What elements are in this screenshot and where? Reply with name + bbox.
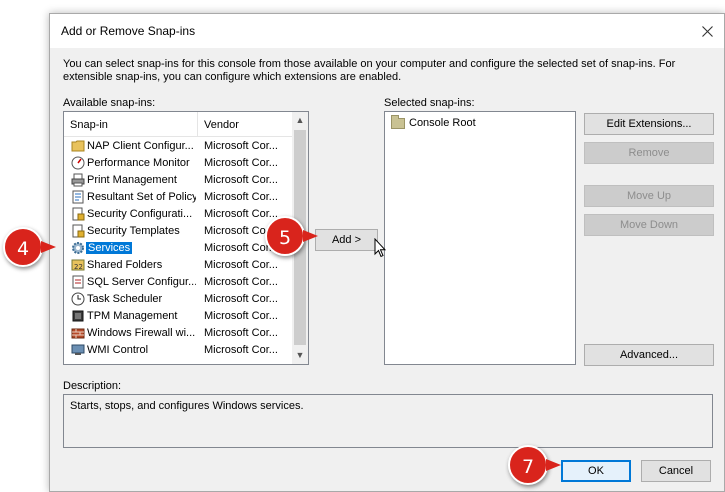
step-badge-4: 4 bbox=[3, 227, 56, 267]
list-item[interactable]: Windows Firewall wi... Microsoft Cor... bbox=[64, 325, 294, 342]
add-button[interactable]: Add > bbox=[315, 229, 378, 251]
gear-icon bbox=[70, 241, 85, 256]
performance-icon bbox=[70, 156, 85, 171]
selected-snapins-list[interactable]: Console Root bbox=[384, 111, 576, 365]
list-item[interactable]: TPM Management Microsoft Cor... bbox=[64, 308, 294, 325]
folder-icon bbox=[391, 115, 405, 129]
firewall-icon bbox=[70, 326, 85, 341]
svg-text:22: 22 bbox=[74, 263, 83, 271]
policy-icon bbox=[70, 190, 85, 205]
list-item[interactable]: Security Templates Microsoft Co bbox=[64, 223, 294, 240]
advanced-button[interactable]: Advanced... bbox=[584, 344, 714, 366]
list-item[interactable]: Print Management Microsoft Cor... bbox=[64, 172, 294, 189]
list-item[interactable]: Services Microsoft Cor... bbox=[64, 240, 294, 257]
list-item[interactable]: Security Configurati... Microsoft Cor... bbox=[64, 206, 294, 223]
security-template-icon bbox=[70, 224, 85, 239]
list-header: Snap-in Vendor bbox=[64, 112, 294, 137]
security-config-icon bbox=[70, 207, 85, 222]
column-header-vendor[interactable]: Vendor bbox=[204, 119, 239, 131]
shared-folder-icon: 22 bbox=[70, 258, 85, 273]
list-item[interactable]: Task Scheduler Microsoft Cor... bbox=[64, 291, 294, 308]
title-bar: Add or Remove Snap-ins bbox=[50, 14, 724, 48]
cancel-button[interactable]: Cancel bbox=[641, 460, 711, 482]
remove-button[interactable]: Remove bbox=[584, 142, 714, 164]
column-header-snapin[interactable]: Snap-in bbox=[70, 119, 195, 136]
sql-icon bbox=[70, 275, 85, 290]
printer-icon bbox=[70, 173, 85, 188]
column-separator[interactable] bbox=[197, 112, 198, 137]
description-text: Starts, stops, and configures Windows se… bbox=[70, 400, 304, 412]
list-item[interactable]: WMI Control Microsoft Cor... bbox=[64, 342, 294, 359]
mouse-cursor-icon bbox=[374, 238, 386, 258]
close-icon bbox=[701, 25, 713, 37]
edit-extensions-button[interactable]: Edit Extensions... bbox=[584, 113, 714, 135]
step-badge-5: 5 bbox=[265, 216, 318, 256]
step-badge-7: 7 bbox=[508, 445, 561, 485]
description-label: Description: bbox=[63, 380, 122, 392]
selected-snapins-label: Selected snap-ins: bbox=[384, 97, 475, 109]
intro-text: You can select snap-ins for this console… bbox=[63, 58, 676, 83]
list-item[interactable]: NAP Client Configur... Microsoft Cor... bbox=[64, 138, 294, 155]
list-item[interactable]: SQL Server Configur... Microsoft Cor... bbox=[64, 274, 294, 291]
clock-icon bbox=[70, 292, 85, 307]
move-down-button[interactable]: Move Down bbox=[584, 214, 714, 236]
list-item[interactable]: 22 Shared Folders Microsoft Cor... bbox=[64, 257, 294, 274]
list-item[interactable]: Performance Monitor Microsoft Cor... bbox=[64, 155, 294, 172]
list-item[interactable]: Resultant Set of Policy Microsoft Cor... bbox=[64, 189, 294, 206]
available-snapins-label: Available snap-ins: bbox=[63, 97, 156, 109]
close-button[interactable] bbox=[690, 14, 724, 48]
tpm-icon bbox=[70, 309, 85, 324]
dialog-title: Add or Remove Snap-ins bbox=[61, 24, 196, 38]
scroll-down-arrow-icon[interactable]: ▼ bbox=[292, 347, 308, 364]
add-remove-snapins-dialog: Add or Remove Snap-ins You can select sn… bbox=[49, 13, 725, 492]
move-up-button[interactable]: Move Up bbox=[584, 185, 714, 207]
scroll-up-arrow-icon[interactable]: ▲ bbox=[292, 112, 308, 129]
wmi-icon bbox=[70, 343, 85, 358]
description-box: Starts, stops, and configures Windows se… bbox=[63, 394, 713, 448]
snapin-rows: NAP Client Configur... Microsoft Cor... … bbox=[64, 138, 294, 359]
ok-button[interactable]: OK bbox=[561, 460, 631, 482]
folder-icon bbox=[70, 139, 85, 154]
